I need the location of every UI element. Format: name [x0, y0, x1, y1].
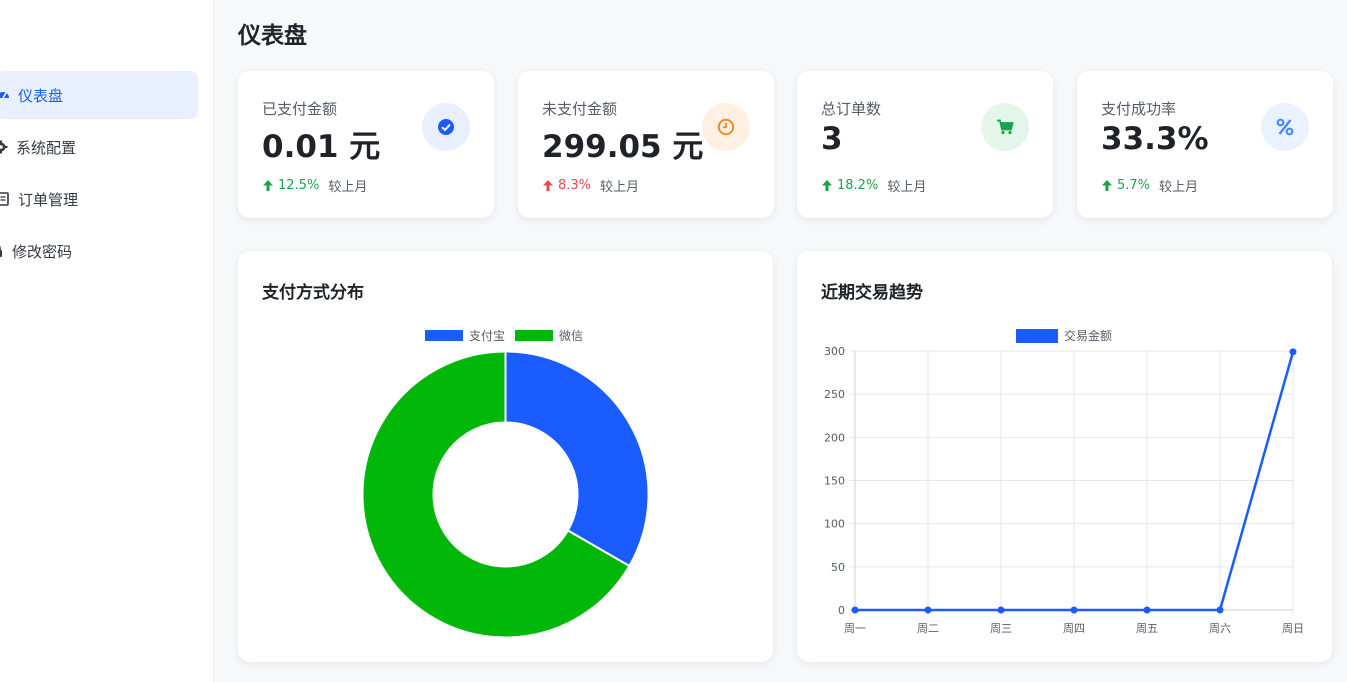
x-tick-label: 周二 — [917, 622, 939, 635]
data-point[interactable] — [851, 606, 859, 614]
x-tick-label: 周五 — [1136, 622, 1158, 635]
sidebar-item-label: 修改密码 — [12, 242, 73, 261]
stat-card-paid: 已支付金额 0.01 元 12.5% 较上月 — [238, 71, 494, 218]
stat-value: 3 — [821, 121, 843, 157]
x-tick-label: 周六 — [1209, 622, 1231, 635]
y-tick-label: 200 — [824, 431, 845, 444]
stat-compare-label: 较上月 — [600, 180, 640, 195]
cart-icon — [981, 103, 1029, 151]
stat-label: 未支付金额 — [542, 100, 618, 118]
stat-change: 12.5% 较上月 — [262, 176, 367, 195]
percent-icon — [1261, 103, 1309, 151]
stat-card-orders: 总订单数 3 18.2% 较上月 — [797, 71, 1053, 218]
stat-card-success-rate: 支付成功率 33.3% 5.7% 较上月 — [1077, 71, 1333, 218]
data-point[interactable] — [997, 606, 1005, 614]
y-tick-label: 0 — [838, 604, 845, 617]
x-tick-label: 周一 — [844, 622, 866, 635]
sidebar-item-label: 系统配置 — [16, 138, 77, 157]
page-title: 仪表盘 — [238, 23, 307, 49]
y-tick-label: 300 — [824, 345, 845, 358]
stat-change: 18.2% 较上月 — [821, 176, 926, 195]
dashboard-icon — [0, 92, 9, 99]
stat-change: 8.3% 较上月 — [542, 176, 639, 195]
sidebar-item-system-config[interactable]: 系统配置 — [0, 123, 198, 171]
transaction-trend-panel: 近期交易趋势 交易金额 0 50 100 150 200 250 300 周一 周二 周三 周四 周五… — [797, 251, 1332, 662]
y-tick-label: 150 — [824, 475, 845, 488]
gear-icon — [0, 140, 8, 154]
sidebar: 仪表盘 系统配置 订单管理 修改密码 — [0, 0, 214, 682]
x-tick-label: 周三 — [990, 622, 1012, 635]
y-tick-label: 100 — [824, 518, 845, 531]
stat-card-unpaid: 未支付金额 299.05 元 8.3% 较上月 — [518, 71, 774, 218]
stat-change-value: 5.7% — [1117, 178, 1151, 193]
arrow-up-icon — [263, 180, 273, 191]
sidebar-item-label: 订单管理 — [18, 190, 79, 209]
stat-compare-label: 较上月 — [887, 180, 927, 195]
y-tick-label: 50 — [831, 561, 845, 574]
pie-slice-支付宝[interactable] — [504, 350, 650, 568]
lock-icon — [0, 245, 2, 257]
stat-label: 支付成功率 — [1101, 100, 1177, 118]
x-tick-label: 周日 — [1282, 622, 1304, 635]
stat-change-value: 18.2% — [837, 178, 879, 193]
stat-value: 33.3% — [1101, 121, 1209, 157]
stat-label: 已支付金额 — [262, 100, 338, 118]
data-point[interactable] — [1289, 348, 1297, 356]
sidebar-item-orders[interactable]: 订单管理 — [0, 175, 198, 223]
data-point[interactable] — [1070, 606, 1078, 614]
sidebar-item-change-password[interactable]: 修改密码 — [0, 227, 198, 275]
arrow-up-icon — [822, 180, 832, 191]
stat-compare-label: 较上月 — [1159, 180, 1199, 195]
payment-distribution-panel: 支付方式分布 支付宝 微信 — [238, 251, 773, 662]
stat-change: 5.7% 较上月 — [1101, 176, 1198, 195]
list-icon — [0, 192, 9, 206]
arrow-up-icon — [1102, 180, 1112, 191]
sidebar-item-dashboard[interactable]: 仪表盘 — [0, 71, 198, 119]
stat-label: 总订单数 — [821, 100, 882, 118]
clock-icon — [702, 103, 750, 151]
check-circle-icon — [422, 103, 470, 151]
y-tick-label: 250 — [824, 388, 845, 401]
line-chart: 0 50 100 150 200 250 300 周一 周二 周三 周四 周五 周六 周日 — [824, 345, 1304, 635]
stat-change-value: 8.3% — [558, 178, 592, 193]
data-point[interactable] — [1216, 606, 1224, 614]
stat-value: 299.05 元 — [542, 129, 704, 165]
arrow-up-icon — [543, 180, 553, 191]
stat-value: 0.01 元 — [262, 129, 381, 165]
stat-compare-label: 较上月 — [328, 180, 368, 195]
sidebar-item-label: 仪表盘 — [18, 86, 64, 105]
data-point[interactable] — [1143, 606, 1151, 614]
data-point[interactable] — [924, 606, 932, 614]
stat-change-value: 12.5% — [278, 178, 320, 193]
donut-chart — [361, 350, 650, 639]
x-tick-label: 周四 — [1063, 622, 1085, 635]
